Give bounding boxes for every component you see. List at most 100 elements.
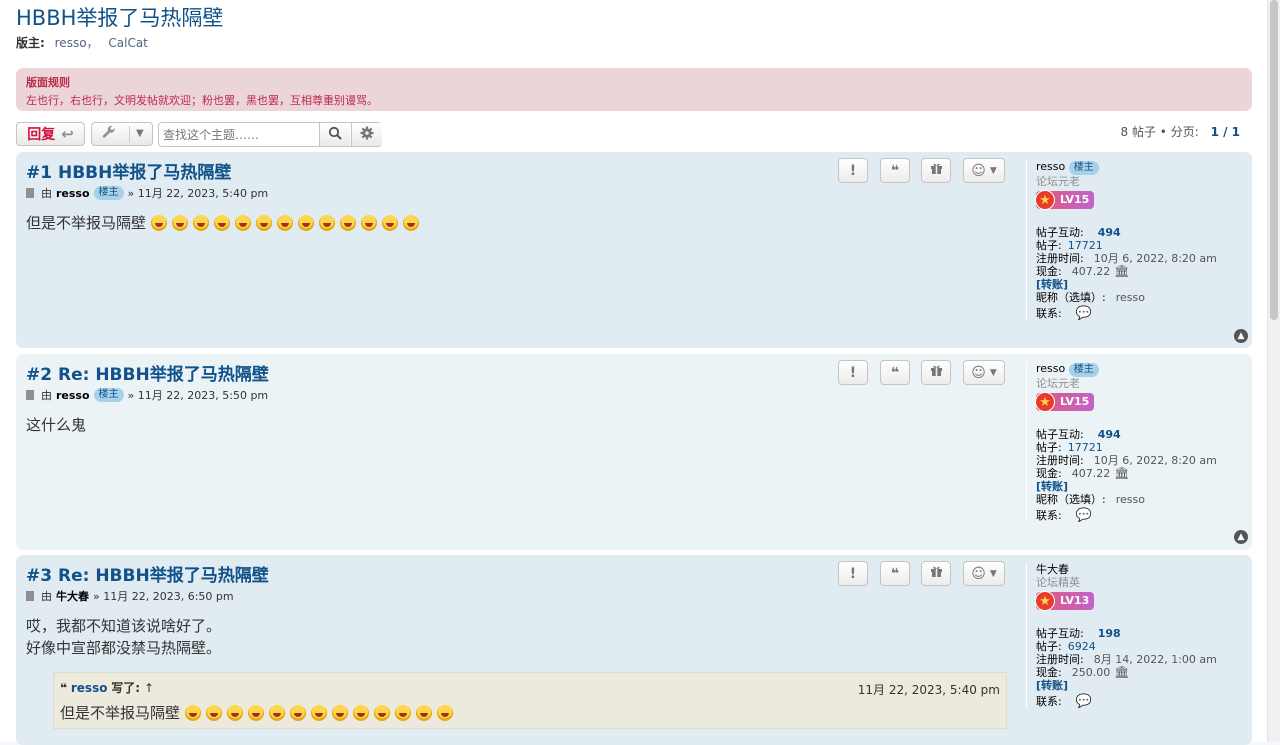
tongue-emoji-icon [171, 215, 188, 231]
page-numbers[interactable]: 1 / 1 [1211, 125, 1240, 139]
search-input[interactable] [159, 123, 319, 146]
exclamation-icon: ! [849, 162, 857, 179]
post: #2 Re: HBBH举报了马热隔壁 由 resso 楼主 » 11月 22, … [16, 354, 1252, 550]
profile-posts[interactable]: 6924 [1068, 640, 1096, 653]
advanced-search-button[interactable] [351, 123, 382, 146]
tongue-emoji-icon [381, 215, 398, 231]
post-meta: 由 resso 楼主 » 11月 22, 2023, 5:40 pm [26, 185, 268, 201]
profile-posts[interactable]: 17721 [1068, 239, 1103, 252]
transfer-link[interactable]: [转账] [1036, 679, 1068, 692]
tongue-emoji-icon [226, 705, 243, 721]
gift-icon [930, 364, 943, 381]
profile-username[interactable]: resso [1036, 362, 1065, 375]
quote-content: 但是不举报马隔壁 [60, 702, 458, 723]
quote-wrote-label: 写了: [111, 681, 141, 695]
profile-posts[interactable]: 17721 [1068, 441, 1103, 454]
level-badge: ★ LV15 [1035, 392, 1094, 412]
transfer-link[interactable]: [转账] [1036, 278, 1068, 291]
topic-search [158, 122, 382, 147]
post-document-icon[interactable] [26, 188, 34, 198]
gift-button[interactable] [921, 158, 951, 183]
quote-jump-arrow[interactable]: ↑ [144, 681, 154, 695]
tongue-emoji-icon [268, 705, 285, 721]
post-profile: resso 楼主 论坛元老 ★ LV15 帖子互动: 494 帖子: 17721 注册… [1026, 362, 1256, 522]
page-title[interactable]: HBBH举报了马热隔壁 [16, 2, 223, 32]
quote-header: ❝ resso 写了: ↑ [60, 679, 154, 696]
chat-bubble-icon[interactable]: 💬 [1076, 306, 1092, 321]
moderator-link[interactable]: CalCat [108, 36, 148, 50]
post-count-summary: 8 帖子 • 分页: [1120, 125, 1199, 139]
post-meta: 由 牛大春 » 11月 22, 2023, 6:50 pm [26, 588, 234, 604]
emoji-row [150, 214, 424, 232]
star-icon: ★ [1035, 190, 1055, 210]
gift-button[interactable] [921, 360, 951, 385]
exclamation-icon: ! [849, 565, 857, 582]
profile-username[interactable]: resso [1036, 160, 1065, 173]
post-document-icon[interactable] [26, 390, 34, 400]
tongue-emoji-icon [234, 215, 251, 231]
level-text: LV13 [1060, 594, 1090, 607]
gift-button[interactable] [921, 561, 951, 586]
scrollbar-thumb[interactable] [1270, 0, 1278, 320]
tongue-emoji-icon [318, 215, 335, 231]
profile-username[interactable]: 牛大春 [1036, 563, 1069, 576]
report-button[interactable]: ! [838, 561, 868, 586]
caret-down-icon: ▼ [989, 568, 997, 579]
post-document-icon[interactable] [26, 591, 34, 601]
tongue-emoji-icon [297, 215, 314, 231]
chat-bubble-icon[interactable]: 💬 [1076, 508, 1092, 523]
search-button[interactable] [319, 123, 350, 146]
quote-date: 11月 22, 2023, 5:40 pm [857, 683, 1000, 697]
post-title[interactable]: #2 Re: HBBH举报了马热隔壁 [26, 360, 269, 385]
profile-interactions[interactable]: 494 [1098, 428, 1121, 441]
by-label: 由 [41, 590, 52, 603]
back-to-top-button[interactable]: ▲ [1234, 329, 1248, 343]
bank-icon[interactable]: 🏛 [1114, 265, 1129, 278]
profile-interactions[interactable]: 198 [1098, 627, 1121, 640]
tongue-emoji-icon [436, 705, 453, 721]
smiley-icon: ☺ [971, 162, 986, 179]
back-to-top-button[interactable]: ▲ [1234, 530, 1248, 544]
caret-down-icon: ▼ [989, 367, 997, 378]
react-button[interactable]: ☺ ▼ [963, 158, 1005, 183]
post-text: 但是不举报马隔壁 [26, 214, 147, 232]
react-button[interactable]: ☺ ▼ [963, 561, 1005, 586]
report-button[interactable]: ! [838, 158, 868, 183]
nickname-label: 昵称（选填）: [1036, 493, 1106, 506]
profile-joined: 10月 6, 2022, 8:20 am [1093, 454, 1217, 467]
interactions-label: 帖子互动: [1036, 627, 1084, 640]
report-button[interactable]: ! [838, 360, 868, 385]
post-author[interactable]: resso [56, 389, 90, 402]
bank-icon[interactable]: 🏛 [1114, 666, 1129, 679]
by-label: 由 [41, 389, 52, 402]
chat-bubble-icon[interactable]: 💬 [1076, 694, 1092, 709]
star-icon: ★ [1035, 392, 1055, 412]
quote-button[interactable]: ❝ [880, 561, 910, 586]
tongue-emoji-icon [289, 705, 306, 721]
post-title[interactable]: #3 Re: HBBH举报了马热隔壁 [26, 561, 269, 586]
profile-cash: 407.22 [1071, 467, 1111, 480]
transfer-link[interactable]: [转账] [1036, 480, 1068, 493]
scrollbar[interactable] [1267, 0, 1280, 742]
profile-rank: 论坛元老 [1036, 175, 1080, 188]
reply-button[interactable]: 回复 ↩ [16, 122, 85, 146]
quote-button[interactable]: ❝ [880, 158, 910, 183]
post-title[interactable]: #1 HBBH举报了马热隔壁 [26, 158, 231, 183]
profile-interactions[interactable]: 494 [1098, 226, 1121, 239]
forum-rules: 版面规则 左也行，右也行，文明发帖就欢迎；粉也罢，黑也罢，互相尊重别谩骂。 [16, 68, 1252, 111]
post-author[interactable]: resso [56, 187, 90, 200]
post-date: » 11月 22, 2023, 6:50 pm [93, 590, 234, 603]
quote-author[interactable]: resso [71, 681, 108, 695]
cash-label: 现金: [1036, 265, 1062, 278]
react-button[interactable]: ☺ ▼ [963, 360, 1005, 385]
post-profile: resso 楼主 论坛元老 ★ LV15 帖子互动: 494 帖子: 17721 注册… [1026, 160, 1256, 320]
post-author[interactable]: 牛大春 [56, 588, 89, 604]
moderator-link[interactable]: resso， [55, 36, 99, 50]
quote-button[interactable]: ❝ [880, 360, 910, 385]
bank-icon[interactable]: 🏛 [1114, 467, 1129, 480]
tongue-emoji-icon [373, 705, 390, 721]
gift-icon [930, 565, 943, 582]
smiley-icon: ☺ [971, 565, 986, 582]
topic-tools-button[interactable]: ▼ [91, 122, 153, 146]
post-content: 哎，我都不知道该说啥好了。 好像中宣部都没禁马热隔壁。 [26, 615, 221, 659]
